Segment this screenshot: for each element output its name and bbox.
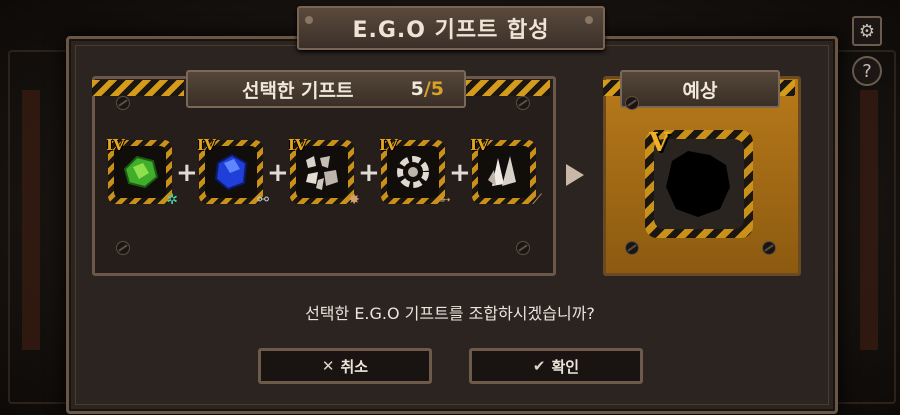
gift-tier: IV xyxy=(379,136,398,154)
screw xyxy=(625,96,639,110)
gift-tier: IV xyxy=(288,136,307,154)
wind-leaf-icon: ✲ xyxy=(166,192,178,208)
selected-gifts-header: 선택한 기프트 5/5 xyxy=(186,70,466,108)
plus-sign: + xyxy=(449,158,471,188)
settings-button[interactable]: ⚙ xyxy=(852,16,882,46)
gift-tier: IV xyxy=(106,136,125,154)
arrow-right-icon xyxy=(566,164,584,186)
cancel-button[interactable]: ✕ 취소 xyxy=(258,348,432,384)
slash-icon: ⟋ xyxy=(532,192,542,208)
hazard-stripe xyxy=(603,80,621,96)
plus-sign: + xyxy=(267,158,289,188)
bolt xyxy=(585,16,593,24)
cancel-label: 취소 xyxy=(340,357,369,376)
screw xyxy=(516,96,530,110)
dialog-title: E.G.O 기프트 합성 xyxy=(352,18,550,43)
screw xyxy=(116,241,130,255)
selected-gifts-label: 선택한 기프트 xyxy=(242,79,354,102)
selected-total-value: 5 xyxy=(430,78,444,100)
burst-icon: ✸ xyxy=(348,192,360,208)
gift-tier: IV xyxy=(470,136,489,154)
question-icon: ? xyxy=(862,60,872,82)
gift-slot[interactable]: IV ➳ xyxy=(379,136,451,208)
bolt xyxy=(305,16,313,24)
gift-slot[interactable]: IV ✸ xyxy=(288,136,360,208)
expected-tier: V xyxy=(649,128,670,158)
plus-sign: + xyxy=(176,158,198,188)
plus-sign: + xyxy=(358,158,380,188)
expected-header: 예상 xyxy=(620,70,780,108)
count-separator: / xyxy=(423,78,431,100)
confirmation-question: 선택한 E.G.O 기프트를 조합하시겠습니까? xyxy=(305,304,595,323)
confirm-label: 확인 xyxy=(551,357,580,376)
help-button[interactable]: ? xyxy=(852,56,882,86)
selected-count-value: 5 xyxy=(410,78,424,100)
hazard-stripe xyxy=(464,80,550,96)
expected-label: 예상 xyxy=(682,79,718,102)
dialog-title-plate: E.G.O 기프트 합성 xyxy=(297,6,605,50)
confirm-button[interactable]: ✔ 확인 xyxy=(469,348,643,384)
gear-icon: ⚙ xyxy=(858,20,876,42)
hazard-stripe xyxy=(92,80,184,96)
chain-icon: ⚯ xyxy=(257,192,269,208)
check-icon: ✔ xyxy=(532,357,546,375)
gift-slot[interactable]: IV ✲ xyxy=(106,136,178,208)
screw xyxy=(625,241,639,255)
screw xyxy=(762,241,776,255)
screw xyxy=(516,241,530,255)
screw xyxy=(116,96,130,110)
selected-count: 5/5 xyxy=(411,78,444,100)
gift-tier: IV xyxy=(197,136,216,154)
gift-slot[interactable]: IV ⟋ xyxy=(470,136,542,208)
expected-gift-slot: V xyxy=(645,128,753,238)
x-icon: ✕ xyxy=(321,357,335,375)
pierce-icon: ➳ xyxy=(439,192,451,208)
gift-slot[interactable]: IV ⚯ xyxy=(197,136,269,208)
